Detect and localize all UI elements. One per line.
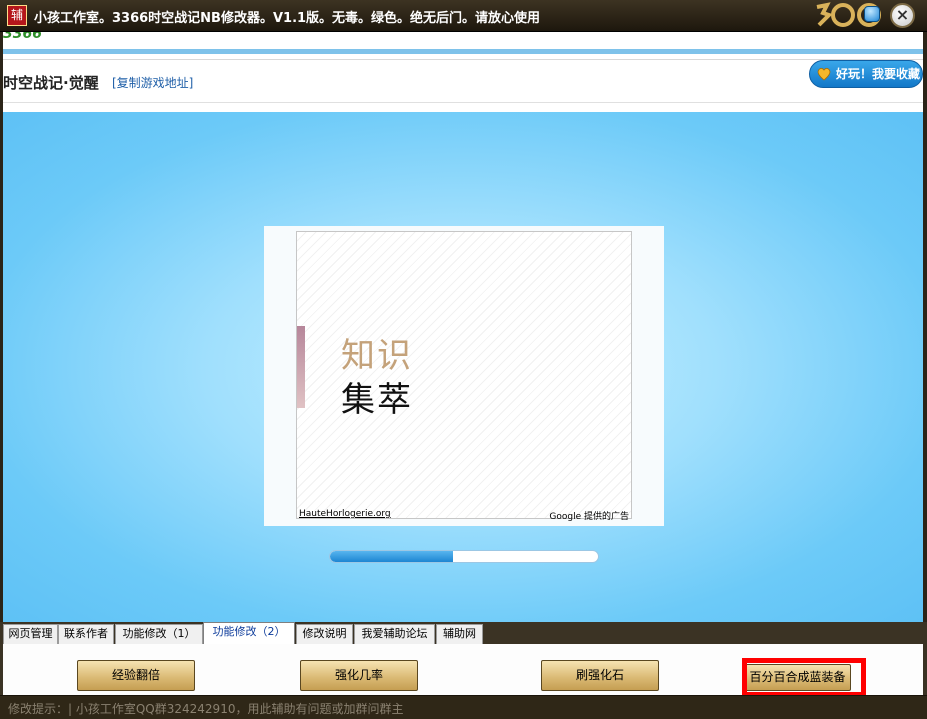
- status-bar: 修改提示：| 小孩工作室QQ群324242910，用此辅助有问题或加群问群主: [0, 695, 927, 719]
- favorite-button[interactable]: 好玩！我要收藏: [809, 60, 923, 88]
- ad-headline-2: 集萃: [341, 380, 413, 420]
- game-title: 时空战记·觉醒: [3, 74, 99, 92]
- game-bar: 时空战记·觉醒 [复制游戏地址]: [3, 60, 923, 102]
- favorite-button-label: 好玩！我要收藏: [836, 67, 921, 81]
- divider: [3, 102, 923, 103]
- tab-feature-mod-1[interactable]: 功能修改（1）: [115, 624, 203, 644]
- site-logo[interactable]: 3366: [3, 32, 42, 42]
- ad-provider-label: Google 提供的广告: [549, 512, 629, 522]
- ad-accent-bar: [297, 326, 305, 408]
- ad-frame: 知识 集萃 HauteHorlogerie.org Google 提供的广告: [264, 226, 664, 526]
- status-text: 修改提示：| 小孩工作室QQ群324242910，用此辅助有问题或加群问群主: [8, 702, 404, 716]
- web-view[interactable]: 3366 时空战记·觉醒 [复制游戏地址] 好玩！我要收藏 知识 集萃 Haut…: [3, 32, 923, 622]
- double-exp-button[interactable]: 经验翻倍: [77, 660, 195, 691]
- tab-web-manage[interactable]: 网页管理: [3, 624, 58, 644]
- loading-progress-bar: [329, 550, 599, 563]
- loading-progress-fill: [330, 551, 454, 562]
- tab-helper-site[interactable]: 辅助网: [436, 624, 483, 644]
- game-stage[interactable]: 知识 集萃 HauteHorlogerie.org Google 提供的广告: [3, 112, 923, 622]
- enhance-rate-button[interactable]: 强化几率: [300, 660, 418, 691]
- tab-bar: 网页管理 联系作者 功能修改（1） 功能修改（2） 修改说明 我爱辅助论坛 辅助…: [0, 622, 927, 644]
- window-title: 小孩工作室。3366时空战记NB修改器。V1.1版。无毒。绿色。绝无后门。请放心…: [34, 11, 541, 26]
- heart-icon: [817, 67, 831, 81]
- tab-forum[interactable]: 我爱辅助论坛: [354, 624, 435, 644]
- app-icon: 辅: [7, 5, 27, 26]
- ad-banner[interactable]: 知识 集萃 HauteHorlogerie.org Google 提供的广告: [296, 231, 632, 522]
- close-button[interactable]: ×: [890, 3, 915, 28]
- copy-game-url-link[interactable]: [复制游戏地址]: [112, 74, 193, 91]
- minimize-button[interactable]: [864, 6, 880, 22]
- site-header: 3366: [3, 32, 923, 50]
- header-divider: [3, 49, 923, 54]
- tab-mod-instructions[interactable]: 修改说明: [296, 624, 353, 644]
- tab-feature-mod-2[interactable]: 功能修改（2）: [203, 622, 295, 644]
- ad-headline-1: 知识: [341, 336, 413, 376]
- ad-link[interactable]: HauteHorlogerie.org: [299, 509, 391, 519]
- highlight-box: [742, 658, 866, 697]
- title-bar: 辅 小孩工作室。3366时空战记NB修改器。V1.1版。无毒。绿色。绝无后门。请…: [0, 0, 927, 32]
- feature-panel: 经验翻倍 强化几率 刷强化石 百分百合成蓝装备: [0, 644, 927, 697]
- farm-enhance-stone-button[interactable]: 刷强化石: [541, 660, 659, 691]
- tab-contact-author[interactable]: 联系作者: [58, 624, 114, 644]
